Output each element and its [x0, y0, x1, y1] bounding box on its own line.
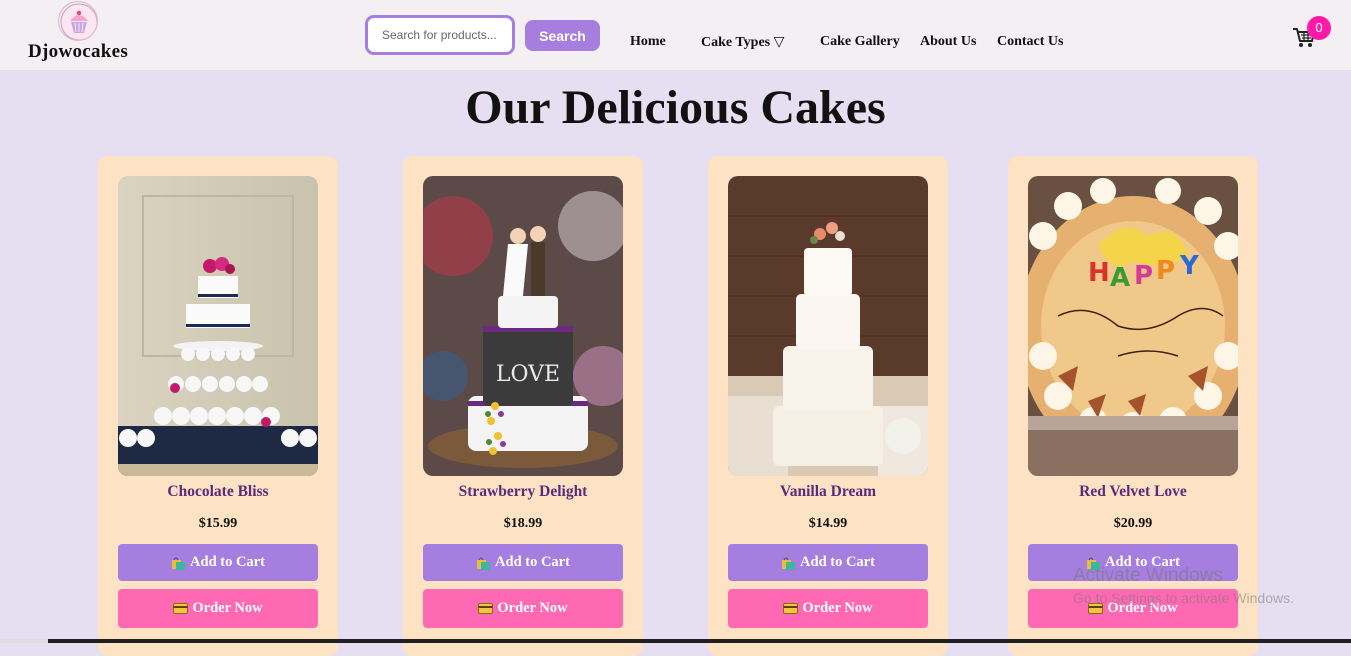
add-to-cart-button[interactable]: Add to Cart	[728, 544, 928, 581]
order-now-button[interactable]: Order Now	[423, 589, 623, 628]
add-to-cart-button[interactable]: Add to Cart	[118, 544, 318, 581]
nav-cake-types-dropdown[interactable]: Cake Types ▽	[701, 34, 784, 51]
order-now-button[interactable]: Order Now	[118, 589, 318, 628]
svg-text:Y: Y	[1179, 251, 1200, 281]
product-name: Strawberry Delight	[458, 483, 588, 500]
svg-text:H: H	[1088, 258, 1110, 288]
order-now-button[interactable]: Order Now	[728, 589, 928, 628]
brand-name: Djowocakes	[28, 41, 129, 62]
product-image[interactable]	[118, 176, 318, 476]
product-price: $20.99	[1113, 516, 1153, 531]
product-image[interactable]: H A P P Y	[1028, 176, 1238, 476]
shopping-bags-icon	[171, 556, 186, 570]
product-price: $18.99	[503, 516, 543, 531]
order-now-label: Order Now	[497, 600, 568, 616]
product-card: Chocolate Bliss $15.99 Add to Cart Order…	[98, 156, 338, 656]
svg-text:A: A	[1110, 263, 1130, 293]
taskbar-edge-left	[0, 639, 48, 643]
nav-cake-gallery[interactable]: Cake Gallery	[820, 34, 900, 50]
credit-card-icon	[783, 602, 799, 616]
credit-card-icon	[173, 602, 189, 616]
order-now-label: Order Now	[192, 600, 263, 616]
credit-card-icon	[478, 602, 494, 616]
add-to-cart-label: Add to Cart	[495, 554, 570, 570]
product-name: Red Velvet Love	[1079, 483, 1187, 500]
product-name: Vanilla Dream	[779, 483, 877, 500]
product-price: $14.99	[808, 516, 848, 531]
search-input[interactable]	[365, 15, 515, 55]
nav-contact-us[interactable]: Contact Us	[997, 34, 1064, 50]
add-to-cart-button[interactable]: Add to Cart	[423, 544, 623, 581]
cart-count-badge: 0	[1307, 16, 1331, 40]
order-now-label: Order Now	[802, 600, 873, 616]
svg-text:LOVE: LOVE	[496, 362, 560, 387]
product-name: Chocolate Bliss	[167, 483, 269, 500]
search-button[interactable]: Search	[525, 20, 600, 51]
product-image[interactable]: LOVE	[423, 176, 623, 476]
page-title: Our Delicious Cakes	[465, 81, 886, 134]
site-header: Djowocakes Search Home Cake Types ▽ Cake…	[0, 0, 1351, 70]
activate-windows-title: Activate Windows	[1073, 565, 1223, 586]
add-to-cart-label: Add to Cart	[800, 554, 875, 570]
add-to-cart-label: Add to Cart	[190, 554, 265, 570]
svg-text:P: P	[1156, 256, 1175, 286]
activate-windows-subtitle: Go to Settings to activate Windows.	[1073, 590, 1294, 606]
product-image[interactable]	[728, 176, 928, 476]
svg-text:P: P	[1134, 261, 1153, 291]
shopping-bags-icon	[781, 556, 796, 570]
nav-home[interactable]: Home	[630, 34, 666, 50]
product-card: Vanilla Dream $14.99 Add to Cart Order N…	[708, 156, 948, 656]
product-price: $15.99	[198, 516, 238, 531]
cupcake-logo-icon	[58, 1, 98, 41]
shopping-bags-icon	[476, 556, 491, 570]
taskbar-edge	[0, 639, 1351, 643]
logo[interactable]: Djowocakes	[28, 0, 138, 70]
product-card: LOVE Strawberry Delight $18.99 Add to Ca…	[403, 156, 643, 656]
nav-about-us[interactable]: About Us	[920, 34, 976, 50]
